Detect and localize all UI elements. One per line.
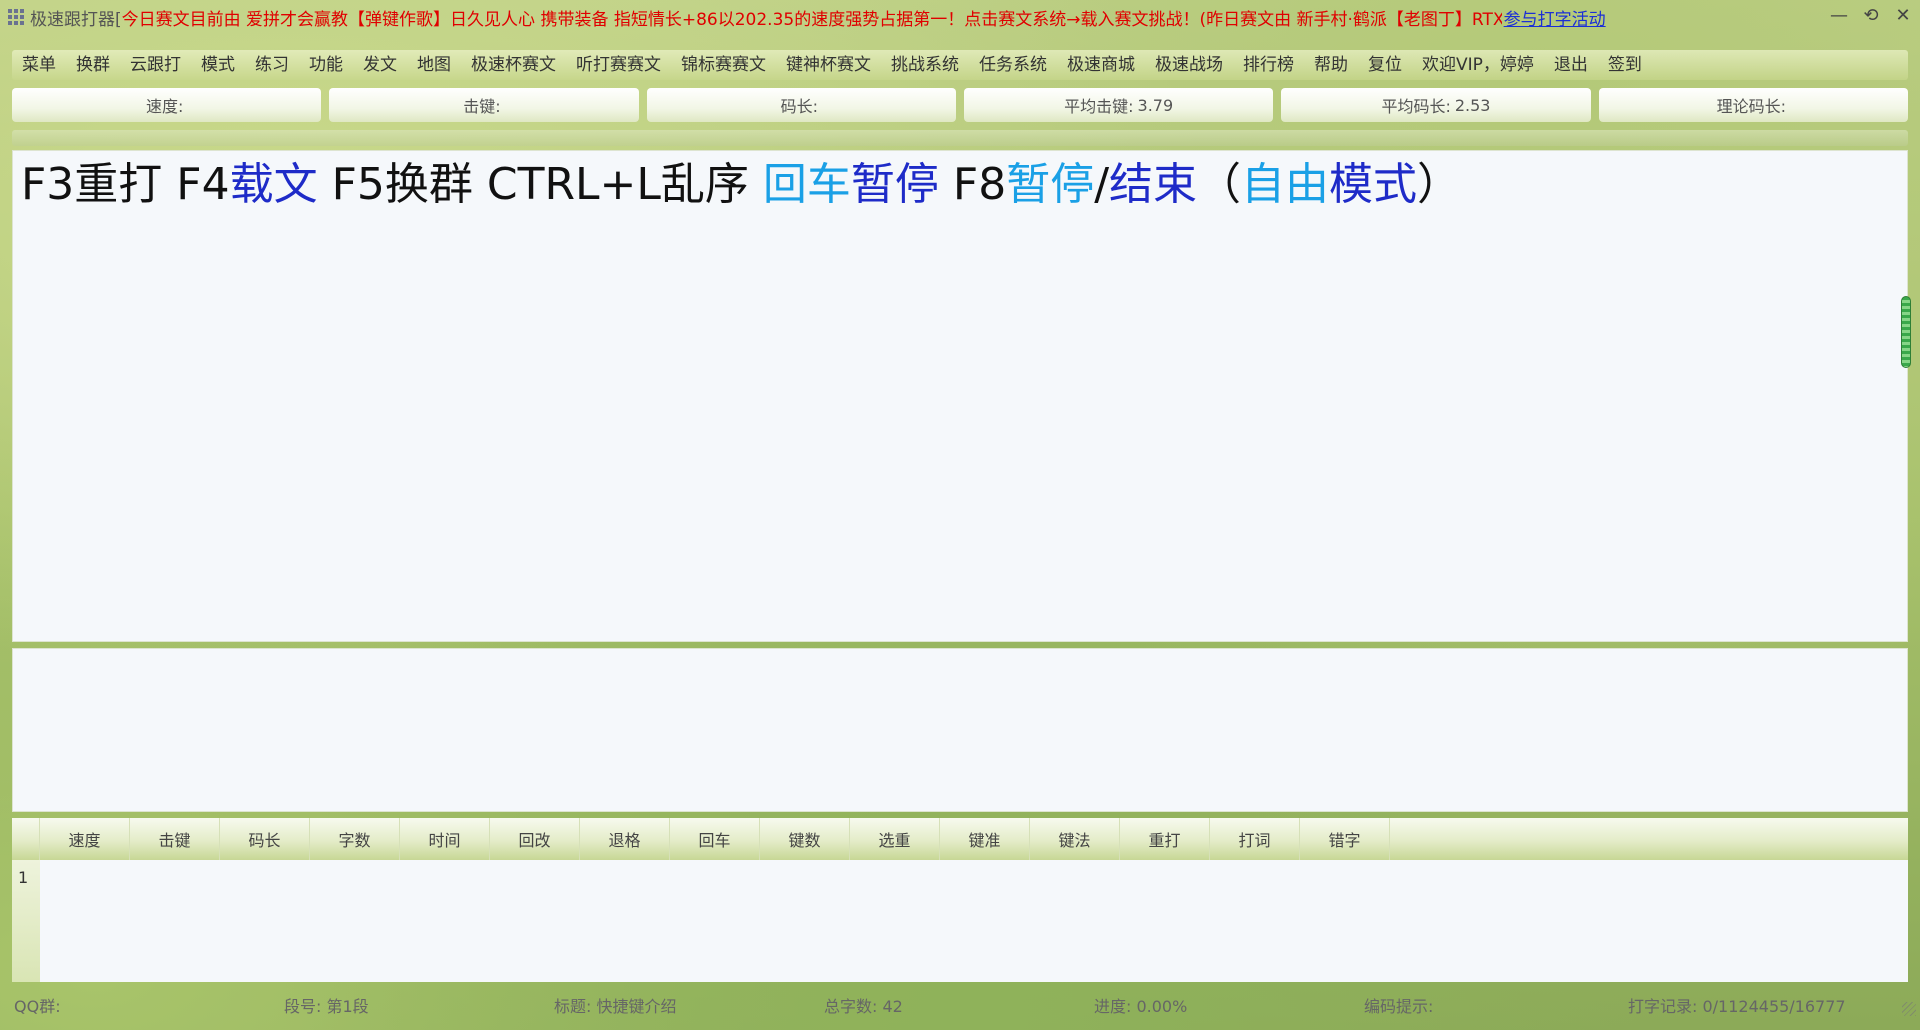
menu-item-practice[interactable]: 练习 bbox=[245, 50, 299, 80]
menu-item-challenge[interactable]: 挑战系统 bbox=[881, 50, 969, 80]
article-display: F3重打 F4载文 F5换群 CTRL+L乱序 回车暂停 F8暂停/结束（自由模… bbox=[12, 150, 1911, 642]
menu-item-welcome-vip[interactable]: 欢迎VIP，婷婷 bbox=[1412, 50, 1544, 80]
article-segment: （ bbox=[1197, 159, 1242, 210]
article-segment: / bbox=[1094, 159, 1110, 210]
col-word-typing[interactable]: 打词 bbox=[1210, 818, 1300, 860]
col-enter[interactable]: 回车 bbox=[670, 818, 760, 860]
article-segment: 暂停 bbox=[1006, 159, 1095, 210]
article-segment: 回车 bbox=[762, 159, 851, 210]
app-title: 极速跟打器[ bbox=[30, 9, 122, 30]
article-segment: 暂停 bbox=[850, 159, 939, 210]
status-qq-group: QQ群: bbox=[14, 997, 61, 1016]
menu-item-map[interactable]: 地图 bbox=[407, 50, 461, 80]
resize-grip-icon[interactable] bbox=[1902, 1002, 1916, 1016]
stat-theory-code-length: 理论码长: bbox=[1598, 88, 1908, 122]
stat-keystroke: 击键: bbox=[329, 88, 639, 122]
article-segment: 载文 bbox=[229, 159, 318, 210]
status-encoding-hint: 编码提示: bbox=[1364, 997, 1434, 1016]
menu-item-functions[interactable]: 功能 bbox=[299, 50, 353, 80]
close-button[interactable]: ✕ bbox=[1892, 4, 1914, 28]
stat-code-length: 码长: bbox=[646, 88, 956, 122]
row-index: 1 bbox=[12, 860, 40, 982]
menu-item-cloud-follow[interactable]: 云跟打 bbox=[120, 50, 191, 80]
col-time[interactable]: 时间 bbox=[400, 818, 490, 860]
menu-item-speed-cup[interactable]: 极速杯赛文 bbox=[461, 50, 566, 80]
menu-item-tasks[interactable]: 任务系统 bbox=[969, 50, 1057, 80]
menu-item-mode[interactable]: 模式 bbox=[191, 50, 245, 80]
status-segment: 段号: 第1段 bbox=[284, 997, 369, 1016]
minimize-button[interactable]: — bbox=[1828, 4, 1850, 28]
menu-item-send-text[interactable]: 发文 bbox=[353, 50, 407, 80]
menu-bar: 菜单 换群 云跟打 模式 练习 功能 发文 地图 极速杯赛文 听打赛赛文 锦标赛… bbox=[12, 50, 1908, 80]
col-speed[interactable]: 速度 bbox=[40, 818, 130, 860]
col-revisions[interactable]: 回改 bbox=[490, 818, 580, 860]
status-bar: QQ群: 段号: 第1段 标题: 快捷键介绍 总字数: 42 进度: 0.00%… bbox=[0, 990, 1920, 1020]
col-backspace[interactable]: 退格 bbox=[580, 818, 670, 860]
row-cells bbox=[40, 860, 1908, 982]
col-key-count[interactable]: 键数 bbox=[760, 818, 850, 860]
status-typing-record: 打字记录: 0/1124455/16777 bbox=[1628, 997, 1846, 1016]
article-segment: 模式 bbox=[1329, 159, 1418, 210]
article-segment: 结束 bbox=[1109, 159, 1198, 210]
scrollbar-thumb[interactable] bbox=[1901, 296, 1911, 368]
menu-item-main[interactable]: 菜单 bbox=[12, 50, 66, 80]
results-table: 速度 击键 码长 字数 时间 回改 退格 回车 键数 选重 键准 键法 重打 打… bbox=[12, 818, 1908, 982]
stat-speed: 速度: bbox=[12, 88, 322, 122]
col-keystroke[interactable]: 击键 bbox=[130, 818, 220, 860]
article-text: F3重打 F4载文 F5换群 CTRL+L乱序 回车暂停 F8暂停/结束（自由模… bbox=[21, 159, 1899, 212]
status-total-chars: 总字数: 42 bbox=[824, 997, 903, 1016]
menu-item-shop[interactable]: 极速商城 bbox=[1057, 50, 1145, 80]
race-announcement: 今日赛文目前由 爱拼才会赢教【弹键作歌】日久见人心 携带装备 指短情长+86以2… bbox=[121, 9, 1502, 30]
col-retype[interactable]: 重打 bbox=[1120, 818, 1210, 860]
typing-input[interactable] bbox=[13, 649, 1907, 811]
article-segment: F5换群 CTRL+L乱序 bbox=[317, 159, 763, 210]
article-segment: ） bbox=[1417, 159, 1462, 210]
stat-avg-code-length: 平均码长: 2.53 bbox=[1281, 88, 1591, 122]
status-title: 标题: 快捷键介绍 bbox=[554, 997, 677, 1016]
col-wrong-chars[interactable]: 错字 bbox=[1300, 818, 1390, 860]
menu-item-switch-group[interactable]: 换群 bbox=[66, 50, 120, 80]
col-char-count[interactable]: 字数 bbox=[310, 818, 400, 860]
stat-avg-keystroke: 平均击键: 3.79 bbox=[963, 88, 1274, 122]
table-row[interactable]: 1 bbox=[12, 860, 1908, 982]
status-progress: 进度: 0.00% bbox=[1094, 997, 1188, 1016]
menu-item-championship[interactable]: 锦标赛赛文 bbox=[671, 50, 776, 80]
results-corner bbox=[12, 818, 40, 860]
menu-item-reset[interactable]: 复位 bbox=[1358, 50, 1412, 80]
col-key-method[interactable]: 键法 bbox=[1030, 818, 1120, 860]
typing-area[interactable] bbox=[12, 648, 1908, 812]
join-activity-link[interactable]: 参与打字活动 bbox=[1504, 5, 1606, 30]
col-key-accuracy[interactable]: 键准 bbox=[940, 818, 1030, 860]
grid-icon[interactable] bbox=[4, 4, 30, 30]
menu-item-help[interactable]: 帮助 bbox=[1304, 50, 1358, 80]
window-controls: — ⟲ ✕ bbox=[1828, 4, 1914, 28]
results-header: 速度 击键 码长 字数 时间 回改 退格 回车 键数 选重 键准 键法 重打 打… bbox=[12, 818, 1908, 860]
article-segment: F3重打 F4 bbox=[21, 159, 230, 210]
col-select-repeat[interactable]: 选重 bbox=[850, 818, 940, 860]
menu-item-leaderboard[interactable]: 排行榜 bbox=[1233, 50, 1304, 80]
col-code-length[interactable]: 码长 bbox=[220, 818, 310, 860]
article-segment: F8 bbox=[938, 159, 1007, 210]
article-segment: 自由 bbox=[1241, 159, 1330, 210]
restore-button[interactable]: ⟲ bbox=[1860, 4, 1882, 28]
menu-item-checkin[interactable]: 签到 bbox=[1598, 50, 1652, 80]
stats-bar: 速度: 击键: 码长: 平均击键: 3.79 平均码长: 2.53 理论码长: bbox=[12, 88, 1908, 122]
menu-item-keygod-cup[interactable]: 键神杯赛文 bbox=[776, 50, 881, 80]
menu-item-listen-race[interactable]: 听打赛赛文 bbox=[566, 50, 671, 80]
progress-strip bbox=[12, 130, 1908, 146]
menu-item-exit[interactable]: 退出 bbox=[1544, 50, 1598, 80]
title-bar: 极速跟打器[ 今日赛文目前由 爱拼才会赢教【弹键作歌】日久见人心 携带装备 指短… bbox=[0, 0, 1920, 34]
menu-item-battlefield[interactable]: 极速战场 bbox=[1145, 50, 1233, 80]
